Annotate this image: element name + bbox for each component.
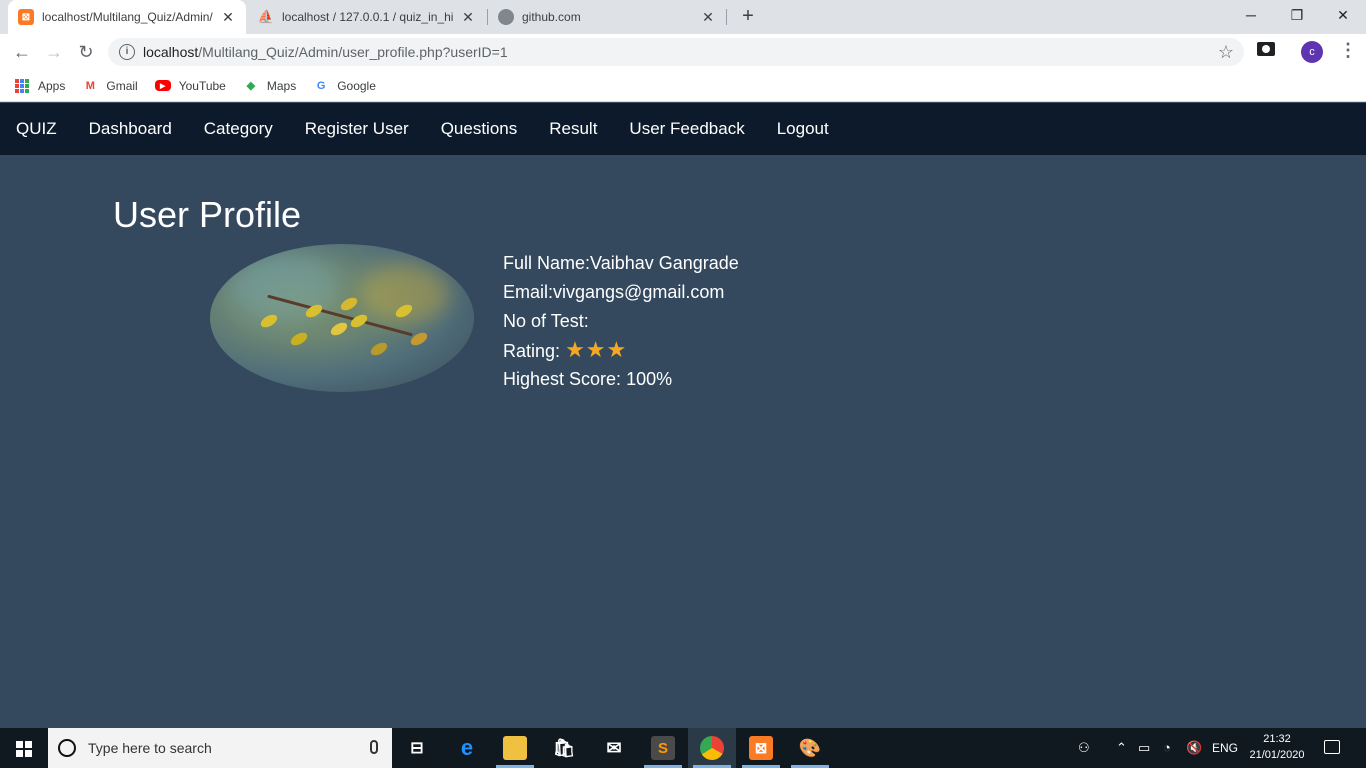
nav-item-dashboard[interactable]: Dashboard <box>89 119 172 139</box>
back-button[interactable]: ← <box>10 40 34 64</box>
task-view-icon[interactable]: ⊟ <box>405 736 429 760</box>
tab-phpmyadmin[interactable]: ⛵ localhost / 127.0.0.1 / quiz_in_hin ✕ <box>248 0 486 34</box>
close-icon[interactable]: ✕ <box>460 9 476 26</box>
clock-time: 21:32 <box>1263 733 1291 745</box>
globe-icon <box>498 9 514 25</box>
language-indicator[interactable]: ENG <box>1212 728 1238 768</box>
nav-brand-quiz[interactable]: QUIZ <box>16 119 57 139</box>
chrome-icon[interactable] <box>700 736 724 760</box>
notifications-icon[interactable] <box>1324 740 1340 754</box>
search-placeholder: Type here to search <box>88 740 212 756</box>
google-icon: G <box>316 79 326 92</box>
tab-github[interactable]: github.com ✕ <box>488 0 726 34</box>
store-icon[interactable]: 🛍 <box>552 736 576 760</box>
new-tab-button[interactable]: + <box>738 6 758 26</box>
rating-label: Rating: <box>503 341 561 361</box>
nav-item-category[interactable]: Category <box>204 119 273 139</box>
xampp-icon: ⊠ <box>18 9 34 25</box>
paint-icon[interactable]: 🎨 <box>798 736 822 760</box>
nav-item-logout[interactable]: Logout <box>777 119 829 139</box>
info-icon[interactable]: i <box>119 44 135 60</box>
system-clock[interactable]: 21:32 21/01/2020 <box>1246 731 1308 763</box>
rating-row: Rating: ★★★ <box>503 339 739 368</box>
close-icon[interactable]: ✕ <box>220 9 236 26</box>
apps-grid-icon <box>14 78 30 94</box>
menu-kebab-icon[interactable]: ⋮ <box>1339 40 1357 61</box>
bookmark-label: YouTube <box>178 78 226 93</box>
battery-icon[interactable]: ▭ <box>1138 728 1150 768</box>
site-navbar: QUIZ Dashboard Category Register User Qu… <box>0 103 1366 155</box>
youtube-icon: ▶ <box>154 80 171 91</box>
reload-button[interactable]: ↻ <box>74 40 98 64</box>
bookmark-label: Maps <box>266 78 297 93</box>
mail-icon[interactable]: ✉ <box>602 736 626 760</box>
close-icon[interactable]: ✕ <box>700 9 716 26</box>
email-row: Email:vivgangs@gmail.com <box>503 281 739 310</box>
taskbar-search[interactable]: Type here to search <box>48 728 392 768</box>
edge-icon[interactable]: e <box>455 735 479 760</box>
full-name-row: Full Name:Vaibhav Gangrade <box>503 252 739 281</box>
restore-button[interactable]: ❐ <box>1274 0 1320 30</box>
bookmark-gmail[interactable]: M Gmail <box>82 78 138 94</box>
volume-muted-icon[interactable]: 🔇 <box>1186 728 1202 768</box>
email-value: vivgangs@gmail.com <box>553 282 725 302</box>
bookmark-maps[interactable]: ◆ Maps <box>243 78 297 94</box>
tab-title: localhost/Multilang_Quiz/Admin/ <box>42 10 213 24</box>
highest-score-label: Highest Score: <box>503 369 622 389</box>
url-text: localhost/Multilang_Quiz/Admin/user_prof… <box>143 44 508 60</box>
bookmark-label: Google <box>337 78 376 93</box>
people-icon[interactable]: ⚇ <box>1078 728 1090 768</box>
windows-taskbar: Type here to search ⊟ e 🛍 ✉ S ⊠ 🎨 ⚇ ⌃ ▭ … <box>0 728 1366 768</box>
highest-score-value: 100% <box>626 369 673 389</box>
profile-avatar-image <box>210 244 474 392</box>
chevron-up-icon[interactable]: ⌃ <box>1116 728 1127 768</box>
tab-quiz-admin[interactable]: ⊠ localhost/Multilang_Quiz/Admin/ ✕ <box>8 0 246 34</box>
profile-avatar[interactable]: c <box>1301 41 1323 63</box>
wifi-icon[interactable]: ◔ <box>1163 728 1171 768</box>
microphone-icon[interactable] <box>370 740 378 754</box>
bookmark-youtube[interactable]: ▶ YouTube <box>154 78 226 93</box>
tests-row: No of Test: <box>503 310 739 339</box>
tab-title: localhost / 127.0.0.1 / quiz_in_hin <box>282 10 454 24</box>
file-explorer-icon[interactable] <box>503 736 527 760</box>
windows-start-icon[interactable] <box>16 741 32 757</box>
tab-separator <box>726 9 727 25</box>
minimize-button[interactable]: ─ <box>1228 0 1274 30</box>
full-name-label: Full Name: <box>503 253 591 273</box>
maps-icon: ◆ <box>246 80 256 92</box>
bookmark-star-icon[interactable]: ☆ <box>1218 42 1234 63</box>
close-window-button[interactable]: ✕ <box>1320 0 1366 30</box>
sublime-text-icon[interactable]: S <box>651 736 675 760</box>
phpmyadmin-icon: ⛵ <box>257 9 275 24</box>
page-title: User Profile <box>113 194 302 235</box>
bookmark-google[interactable]: G Google <box>313 78 376 94</box>
rating-stars: ★★★ <box>565 337 628 362</box>
cortana-icon <box>58 739 76 757</box>
email-label: Email: <box>503 282 554 302</box>
nav-item-register-user[interactable]: Register User <box>305 119 409 139</box>
address-bar[interactable]: i localhost/Multilang_Quiz/Admin/user_pr… <box>108 38 1244 66</box>
forward-button[interactable]: → <box>42 40 66 64</box>
bookmark-label: Apps <box>38 78 66 93</box>
browser-tab-strip: ⊠ localhost/Multilang_Quiz/Admin/ ✕ ⛵ lo… <box>0 0 1366 34</box>
bookmark-label: Gmail <box>106 78 138 93</box>
tab-title: github.com <box>522 10 581 24</box>
tests-label: No of Test: <box>503 311 589 331</box>
profile-info: Full Name:Vaibhav Gangrade Email:vivgang… <box>503 252 739 397</box>
nav-item-questions[interactable]: Questions <box>441 119 518 139</box>
highest-score-row: Highest Score: 100% <box>503 368 739 397</box>
full-name-value: Vaibhav Gangrade <box>590 253 739 273</box>
bookmarks-bar: Apps M Gmail ▶ YouTube ◆ Maps G Google <box>0 70 1366 102</box>
browser-toolbar: ← → ↻ i localhost/Multilang_Quiz/Admin/u… <box>0 34 1366 70</box>
nav-item-result[interactable]: Result <box>549 119 597 139</box>
nav-item-user-feedback[interactable]: User Feedback <box>629 119 744 139</box>
camera-icon[interactable] <box>1257 42 1275 56</box>
xampp-icon[interactable]: ⊠ <box>749 736 773 760</box>
bookmark-apps[interactable]: Apps <box>14 78 65 94</box>
clock-date: 21/01/2020 <box>1249 749 1305 761</box>
gmail-icon: M <box>85 79 95 92</box>
